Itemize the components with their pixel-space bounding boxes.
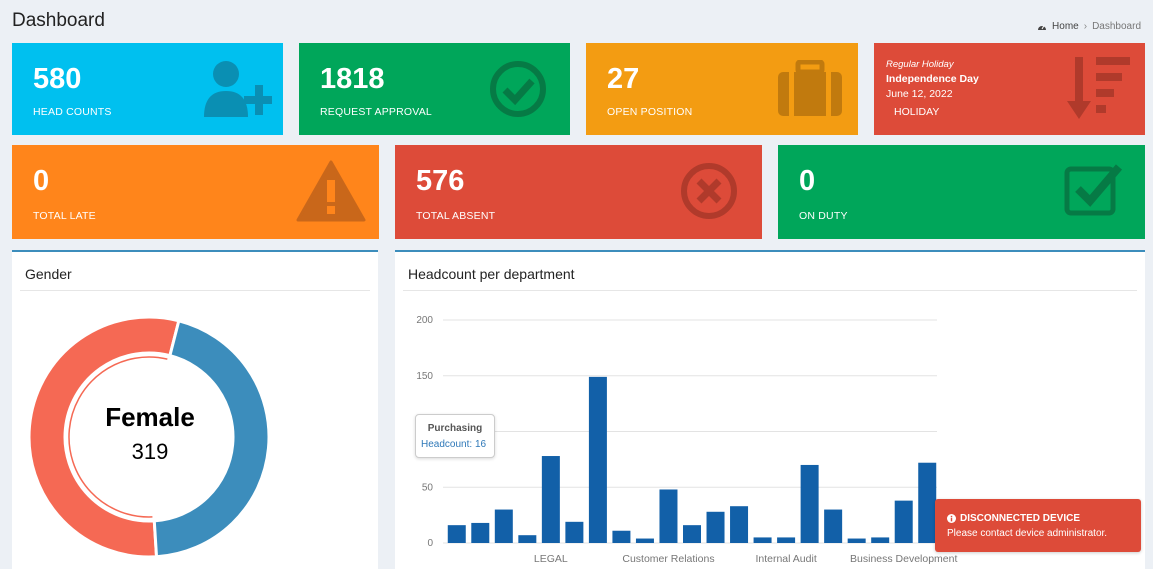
tooltip-category: Purchasing <box>427 423 483 434</box>
bar[interactable] <box>565 521 584 543</box>
stat-value: 1818 <box>320 63 385 95</box>
stat-box-total-late[interactable]: 0 TOTAL LATE <box>12 145 379 239</box>
sort-amount-down-icon <box>1067 57 1130 119</box>
donut-center-value: 319 <box>131 439 169 464</box>
bar[interactable] <box>541 456 560 543</box>
bar[interactable] <box>683 525 701 543</box>
bar[interactable] <box>894 500 913 543</box>
info-icon <box>947 514 956 523</box>
x-tick-label: Business Development <box>850 553 957 565</box>
bar[interactable] <box>659 489 678 543</box>
bar[interactable] <box>753 537 772 543</box>
page-title: Dashboard <box>12 10 105 31</box>
breadcrumb-home-link[interactable]: Home <box>1052 21 1079 32</box>
x-tick-label: Internal Audit <box>755 553 816 565</box>
stat-box-on-duty[interactable]: 0 ON DUTY <box>778 145 1145 239</box>
stat-box-total-absent[interactable]: 576 TOTAL ABSENT <box>395 145 762 239</box>
tooltip-value: Headcount: 16 <box>421 439 487 450</box>
tooltip-number: 16 <box>474 439 487 450</box>
stat-value: 580 <box>33 63 82 95</box>
tooltip-series-label: Headcount <box>421 439 470 450</box>
bar[interactable] <box>494 509 513 543</box>
x-tick-label: LEGAL <box>534 553 568 565</box>
alert-title: DISCONNECTED DEVICE <box>960 513 1081 524</box>
bar[interactable] <box>824 509 843 543</box>
stat-label: HEAD COUNTS <box>33 106 112 118</box>
bar[interactable] <box>800 464 819 543</box>
bar[interactable] <box>777 537 796 543</box>
chart-tooltip: Purchasing Headcount: 16 <box>415 414 495 458</box>
stat-label: REQUEST APPROVAL <box>320 106 432 118</box>
y-tick-label: 50 <box>422 482 434 493</box>
stat-box-head-counts[interactable]: 580 HEAD COUNTS <box>12 43 283 135</box>
briefcase-icon <box>778 60 842 116</box>
bar[interactable] <box>588 376 607 543</box>
holiday-label: HOLIDAY <box>894 106 940 118</box>
stat-value: 0 <box>33 165 50 197</box>
bar[interactable] <box>847 538 866 543</box>
y-tick-label: 200 <box>416 315 433 326</box>
times-circle-icon <box>681 163 737 219</box>
breadcrumb-current: Dashboard <box>1092 21 1141 32</box>
donut-center-label: Female <box>105 402 195 432</box>
alert-message: Please contact device administrator. <box>947 528 1108 539</box>
breadcrumb-separator: › <box>1083 21 1088 32</box>
warning-icon <box>296 160 366 222</box>
bar[interactable] <box>635 538 654 543</box>
breadcrumb: Home › Dashboard <box>1037 21 1141 32</box>
bar[interactable] <box>918 462 937 543</box>
stat-label: TOTAL ABSENT <box>416 210 496 222</box>
x-tick-label: Customer Relations <box>622 553 714 565</box>
stat-value: 0 <box>799 165 816 197</box>
bar[interactable] <box>447 525 466 543</box>
dashboard-icon <box>1038 25 1047 30</box>
stat-box-holiday[interactable]: Regular Holiday Independence Day June 12… <box>874 43 1145 135</box>
holiday-name: Independence Day <box>886 73 979 85</box>
stat-label: OPEN POSITION <box>607 106 693 118</box>
y-tick-label: 150 <box>416 371 433 382</box>
gender-panel: Gender Female 319 <box>12 250 378 569</box>
add-user-icon <box>204 61 272 117</box>
y-tick-label: 0 <box>427 538 433 549</box>
stat-value: 27 <box>607 63 640 95</box>
disconnected-device-alert[interactable]: DISCONNECTED DEVICE Please contact devic… <box>935 499 1141 552</box>
bar[interactable] <box>612 530 631 543</box>
bar[interactable] <box>706 511 725 543</box>
check-circle-icon <box>490 61 546 117</box>
stat-box-open-position[interactable]: 27 OPEN POSITION <box>586 43 858 135</box>
bar[interactable] <box>518 535 537 543</box>
bar[interactable] <box>871 537 890 543</box>
bar[interactable] <box>471 522 490 543</box>
check-square-icon <box>1064 164 1123 216</box>
holiday-date: June 12, 2022 <box>886 88 953 100</box>
bar[interactable] <box>730 506 749 543</box>
stat-box-request-approval[interactable]: 1818 REQUEST APPROVAL <box>299 43 570 135</box>
stat-label: TOTAL LATE <box>33 210 96 222</box>
stat-value: 576 <box>416 165 465 197</box>
holiday-type: Regular Holiday <box>886 59 954 70</box>
stat-label: ON DUTY <box>799 210 848 222</box>
